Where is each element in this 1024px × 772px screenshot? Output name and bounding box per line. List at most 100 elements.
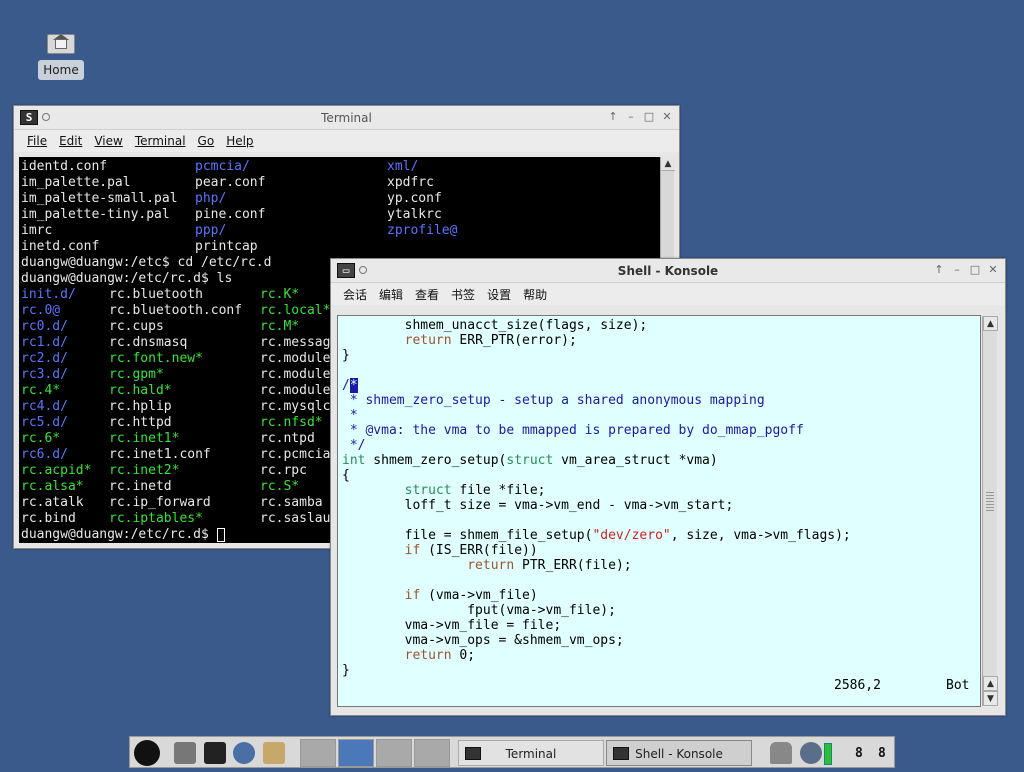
code-line: shmem_unacct_size(flags, size); bbox=[342, 318, 648, 333]
file-entry: rc.nfsd* bbox=[260, 415, 323, 430]
terminal-cursor bbox=[216, 527, 225, 542]
file-entry: im_palette-small.pal bbox=[21, 191, 178, 206]
konsole-window[interactable]: ▭ Shell - Konsole ↑ – □ ✕ 会话 编辑 查看 书签 设置… bbox=[330, 258, 1006, 716]
maximize-icon[interactable]: □ bbox=[969, 263, 981, 277]
minimize-icon[interactable]: – bbox=[625, 110, 637, 124]
window-title: Shell - Konsole bbox=[617, 264, 719, 278]
home-folder-icon bbox=[46, 30, 76, 54]
terminal-prompt[interactable]: duangw@duangw:/etc/rc.d$ bbox=[21, 527, 225, 543]
file-entry: xpdfrc bbox=[387, 175, 434, 190]
code-line: loff_t size = vma->vm_end - vma->vm_star… bbox=[342, 498, 734, 513]
menu-terminal[interactable]: Terminal bbox=[130, 134, 193, 148]
home-desktop-icon[interactable]: Home bbox=[38, 30, 84, 80]
menu-go[interactable]: Go bbox=[193, 134, 222, 148]
file-entry: rc.module bbox=[260, 367, 331, 382]
file-entry: init.d/ bbox=[21, 287, 76, 302]
scroll-down-icon[interactable]: ▼ bbox=[983, 691, 998, 706]
menu-file[interactable]: File bbox=[22, 134, 54, 148]
code-line: struct file *file; bbox=[404, 483, 546, 498]
terminal-menubar: File Edit View Terminal Go Help bbox=[14, 130, 679, 152]
shade-icon[interactable]: ↑ bbox=[933, 263, 945, 277]
task-terminal[interactable]: Terminal bbox=[458, 740, 604, 766]
code-line: { bbox=[342, 468, 350, 483]
scroll-up-icon[interactable]: ▲ bbox=[983, 676, 998, 691]
file-entry: rc.bind bbox=[21, 511, 76, 526]
file-entry: rc.inet1.conf bbox=[109, 447, 211, 462]
workspace-1[interactable] bbox=[300, 739, 336, 767]
file-entry: rc.6* bbox=[21, 431, 61, 446]
workspace-2[interactable] bbox=[338, 739, 374, 767]
file-entry: rc.hplip bbox=[109, 399, 172, 414]
menu-help[interactable]: 帮助 bbox=[519, 286, 555, 303]
close-icon[interactable]: ✕ bbox=[987, 263, 999, 277]
desktop-icon[interactable] bbox=[174, 742, 196, 764]
code-line: * bbox=[342, 408, 358, 423]
menu-settings[interactable]: 设置 bbox=[483, 286, 519, 303]
file-entry: rc.gpm* bbox=[109, 367, 164, 382]
file-manager-icon[interactable] bbox=[263, 742, 285, 764]
file-entry: rc.cups bbox=[109, 319, 164, 334]
code-line: return 0; bbox=[404, 648, 476, 663]
workspace-4[interactable] bbox=[414, 739, 450, 767]
clock-hours: 8 bbox=[855, 746, 863, 761]
shade-icon[interactable]: ↑ bbox=[607, 110, 619, 124]
file-entry: rc.dnsmasq bbox=[109, 335, 188, 350]
code-line: if (IS_ERR(file)) bbox=[404, 543, 538, 558]
menu-session[interactable]: 会话 bbox=[339, 286, 375, 303]
menu-view[interactable]: 查看 bbox=[411, 286, 447, 303]
file-entry: rc2.d/ bbox=[21, 351, 68, 366]
file-entry: im_palette-tiny.pal bbox=[21, 207, 170, 222]
minimize-icon[interactable]: – bbox=[951, 263, 963, 277]
file-entry: rc.inet2* bbox=[109, 463, 180, 478]
file-entry: rc.K* bbox=[260, 287, 300, 302]
file-entry: rc.S* bbox=[260, 479, 300, 494]
file-entry: rc.alsa* bbox=[21, 479, 84, 494]
terminal-titlebar[interactable]: S Terminal ↑ – □ ✕ bbox=[14, 106, 679, 130]
file-entry: ppp/ bbox=[195, 223, 227, 238]
file-entry: rc.font.new* bbox=[109, 351, 203, 366]
vim-editor[interactable]: shmem_unacct_size(flags, size); return E… bbox=[337, 315, 981, 707]
taskbar: Terminal Shell - Konsole 8 8 bbox=[129, 736, 895, 768]
task-konsole[interactable]: Shell - Konsole bbox=[606, 740, 752, 766]
code-line: vma->vm_ops = &shmem_vm_ops; bbox=[342, 633, 624, 648]
file-entry: php/ bbox=[195, 191, 227, 206]
file-entry: rc.module bbox=[260, 383, 331, 398]
file-entry: rc.saslau bbox=[260, 511, 331, 526]
scroll-up-icon[interactable]: ▲ bbox=[661, 157, 675, 171]
file-entry: rc.0@ bbox=[21, 303, 61, 318]
file-entry: rc.hald* bbox=[109, 383, 172, 398]
file-entry: imrc bbox=[21, 223, 53, 238]
logout-icon[interactable] bbox=[800, 742, 822, 764]
code-line: if (vma->vm_file) bbox=[404, 588, 538, 603]
file-entry: pine.conf bbox=[195, 207, 266, 222]
close-icon[interactable]: ✕ bbox=[661, 110, 673, 124]
file-entry: rc6.d/ bbox=[21, 447, 68, 462]
scrollbar-grip[interactable] bbox=[986, 492, 994, 512]
file-entry: xml/ bbox=[387, 159, 419, 174]
menu-help[interactable]: Help bbox=[221, 134, 260, 148]
xfce-mouse-menu-icon[interactable] bbox=[134, 740, 160, 766]
code-line: /* bbox=[342, 378, 358, 393]
konsole-scrollbar[interactable]: ▲ ▲ ▼ bbox=[982, 316, 998, 706]
konsole-titlebar[interactable]: ▭ Shell - Konsole ↑ – □ ✕ bbox=[331, 259, 1005, 283]
maximize-icon[interactable]: □ bbox=[643, 110, 655, 124]
file-entry: rc1.d/ bbox=[21, 335, 68, 350]
file-entry: im_palette.pal bbox=[21, 175, 131, 190]
code-line: fput(vma->vm_file); bbox=[342, 603, 616, 618]
menu-bookmarks[interactable]: 书签 bbox=[447, 286, 483, 303]
scroll-up-icon[interactable]: ▲ bbox=[983, 316, 998, 331]
menu-edit[interactable]: 编辑 bbox=[375, 286, 411, 303]
browser-globe-icon[interactable] bbox=[233, 742, 255, 764]
scroll-position: Bot bbox=[946, 678, 970, 693]
file-entry: printcap bbox=[195, 239, 258, 254]
workspace-3[interactable] bbox=[376, 739, 412, 767]
file-entry: rc.rpc bbox=[260, 463, 307, 478]
file-entry: inetd.conf bbox=[21, 239, 100, 254]
menu-view[interactable]: View bbox=[89, 134, 129, 148]
menu-edit[interactable]: Edit bbox=[54, 134, 89, 148]
code-line: * shmem_zero_setup - setup a shared anon… bbox=[342, 393, 765, 408]
lock-icon[interactable] bbox=[770, 742, 792, 764]
file-entry: rc.inetd bbox=[109, 479, 172, 494]
file-entry: rc.local* bbox=[260, 303, 331, 318]
terminal-launcher-icon[interactable] bbox=[204, 742, 226, 764]
